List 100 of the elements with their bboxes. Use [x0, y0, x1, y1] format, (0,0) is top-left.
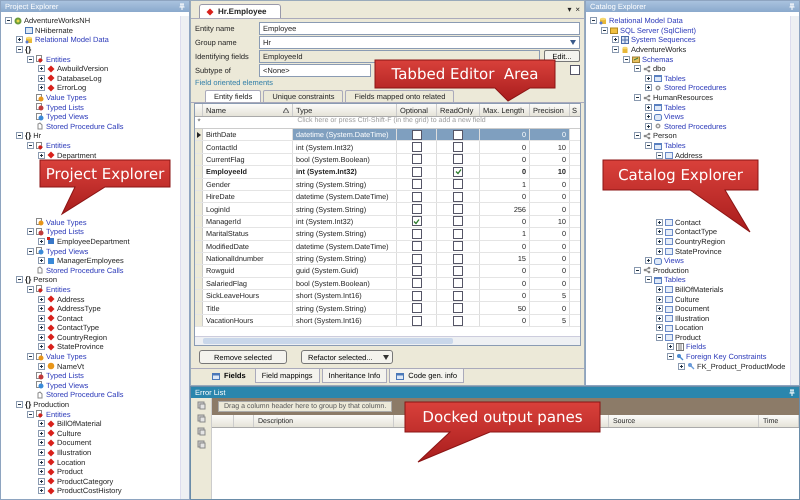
expand-icon[interactable] — [645, 74, 652, 82]
collapse-icon[interactable] — [634, 132, 641, 140]
checkbox[interactable] — [453, 228, 463, 239]
window-button[interactable]: × — [575, 5, 580, 14]
checkbox[interactable] — [412, 241, 422, 252]
checkbox[interactable] — [412, 266, 422, 276]
collapse-icon[interactable] — [27, 353, 34, 360]
checkbox[interactable] — [453, 192, 463, 202]
expand-icon[interactable] — [645, 104, 652, 111]
expand-icon[interactable] — [656, 324, 663, 332]
checkbox[interactable] — [412, 303, 422, 314]
collapse-icon[interactable] — [27, 286, 34, 293]
checkbox[interactable] — [453, 179, 463, 190]
checkbox[interactable] — [453, 204, 463, 214]
collapse-icon[interactable] — [634, 266, 641, 274]
expand-icon[interactable] — [38, 238, 45, 245]
expand-icon[interactable] — [38, 439, 45, 446]
checkbox[interactable] — [412, 192, 422, 202]
expand-icon[interactable] — [38, 468, 45, 476]
collapse-icon[interactable] — [16, 132, 23, 140]
expand-icon[interactable] — [38, 362, 45, 370]
scrollbar[interactable] — [195, 336, 580, 345]
checkbox[interactable] — [453, 154, 463, 164]
checkbox[interactable] — [453, 166, 463, 177]
collapse-icon[interactable] — [656, 334, 663, 341]
expand-icon[interactable] — [612, 36, 619, 44]
window-button[interactable]: ▾ — [567, 5, 572, 14]
expand-icon[interactable] — [678, 362, 685, 370]
checkbox[interactable] — [412, 204, 422, 214]
expand-icon[interactable] — [645, 122, 652, 130]
collapse-icon[interactable] — [645, 276, 652, 284]
checkbox[interactable] — [453, 290, 463, 301]
expand-icon[interactable] — [38, 458, 45, 466]
checkbox[interactable] — [412, 290, 422, 301]
checkbox[interactable] — [412, 142, 422, 152]
expand-icon[interactable] — [656, 305, 663, 312]
expand-icon[interactable] — [38, 478, 45, 485]
expand-icon[interactable] — [656, 314, 663, 322]
collapse-icon[interactable] — [5, 17, 12, 24]
expand-icon[interactable] — [38, 430, 45, 437]
checkbox[interactable] — [453, 316, 463, 326]
expand-icon[interactable] — [667, 343, 674, 350]
expand-icon[interactable] — [38, 65, 45, 72]
collapse-icon[interactable] — [27, 228, 34, 236]
collapse-icon[interactable] — [667, 353, 674, 360]
checkbox[interactable] — [412, 254, 422, 264]
checkbox[interactable] — [453, 216, 463, 226]
expand-icon[interactable] — [38, 487, 45, 494]
expand-icon[interactable] — [38, 152, 45, 159]
collapse-icon[interactable] — [645, 142, 652, 150]
checkbox[interactable] — [412, 228, 422, 239]
expand-icon[interactable] — [656, 228, 663, 236]
pin-icon[interactable] — [789, 389, 795, 396]
expand-icon[interactable] — [656, 248, 663, 255]
checkbox[interactable] — [412, 216, 422, 226]
expand-icon[interactable] — [38, 324, 45, 332]
checkbox[interactable] — [412, 154, 422, 164]
expand-icon[interactable] — [38, 314, 45, 322]
scrollbar[interactable] — [790, 16, 799, 385]
collapse-icon[interactable] — [16, 401, 23, 408]
collapse-icon[interactable] — [601, 26, 608, 34]
expand-icon[interactable] — [38, 449, 45, 456]
expand-icon[interactable] — [38, 334, 45, 341]
expand-icon[interactable] — [656, 218, 663, 226]
expand-icon[interactable] — [645, 84, 652, 92]
expand-icon[interactable] — [38, 74, 45, 82]
collapse-icon[interactable] — [656, 152, 663, 159]
checkbox[interactable] — [453, 241, 463, 252]
expand-icon[interactable] — [38, 296, 45, 303]
expand-icon[interactable] — [656, 296, 663, 303]
checkbox[interactable] — [453, 130, 463, 140]
collapse-icon[interactable] — [27, 248, 34, 255]
document-tab[interactable]: Hr.Employee — [199, 4, 282, 18]
collapse-icon[interactable] — [623, 56, 630, 63]
expand-icon[interactable] — [38, 420, 45, 428]
collapse-icon[interactable] — [634, 65, 641, 72]
expand-icon[interactable] — [38, 305, 45, 312]
checkbox[interactable] — [412, 166, 422, 177]
collapse-icon[interactable] — [612, 46, 619, 54]
checkbox[interactable] — [412, 278, 422, 288]
collapse-icon[interactable] — [634, 94, 641, 102]
collapse-icon[interactable] — [27, 410, 34, 418]
expand-icon[interactable] — [656, 238, 663, 245]
checkbox[interactable] — [570, 65, 580, 75]
collapse-icon[interactable] — [590, 17, 597, 24]
scrollbar[interactable] — [180, 16, 189, 499]
collapse-icon[interactable] — [27, 142, 34, 150]
checkbox[interactable] — [412, 316, 422, 326]
expand-icon[interactable] — [38, 84, 45, 92]
checkbox[interactable] — [412, 130, 422, 140]
collapse-icon[interactable] — [16, 276, 23, 284]
checkbox[interactable] — [453, 254, 463, 264]
checkbox[interactable] — [453, 303, 463, 314]
checkbox[interactable] — [453, 278, 463, 288]
expand-icon[interactable] — [656, 286, 663, 293]
checkbox[interactable] — [453, 142, 463, 152]
expand-icon[interactable] — [38, 343, 45, 350]
expand-icon[interactable] — [645, 257, 652, 264]
checkbox[interactable] — [453, 266, 463, 276]
collapse-icon[interactable] — [16, 46, 23, 54]
